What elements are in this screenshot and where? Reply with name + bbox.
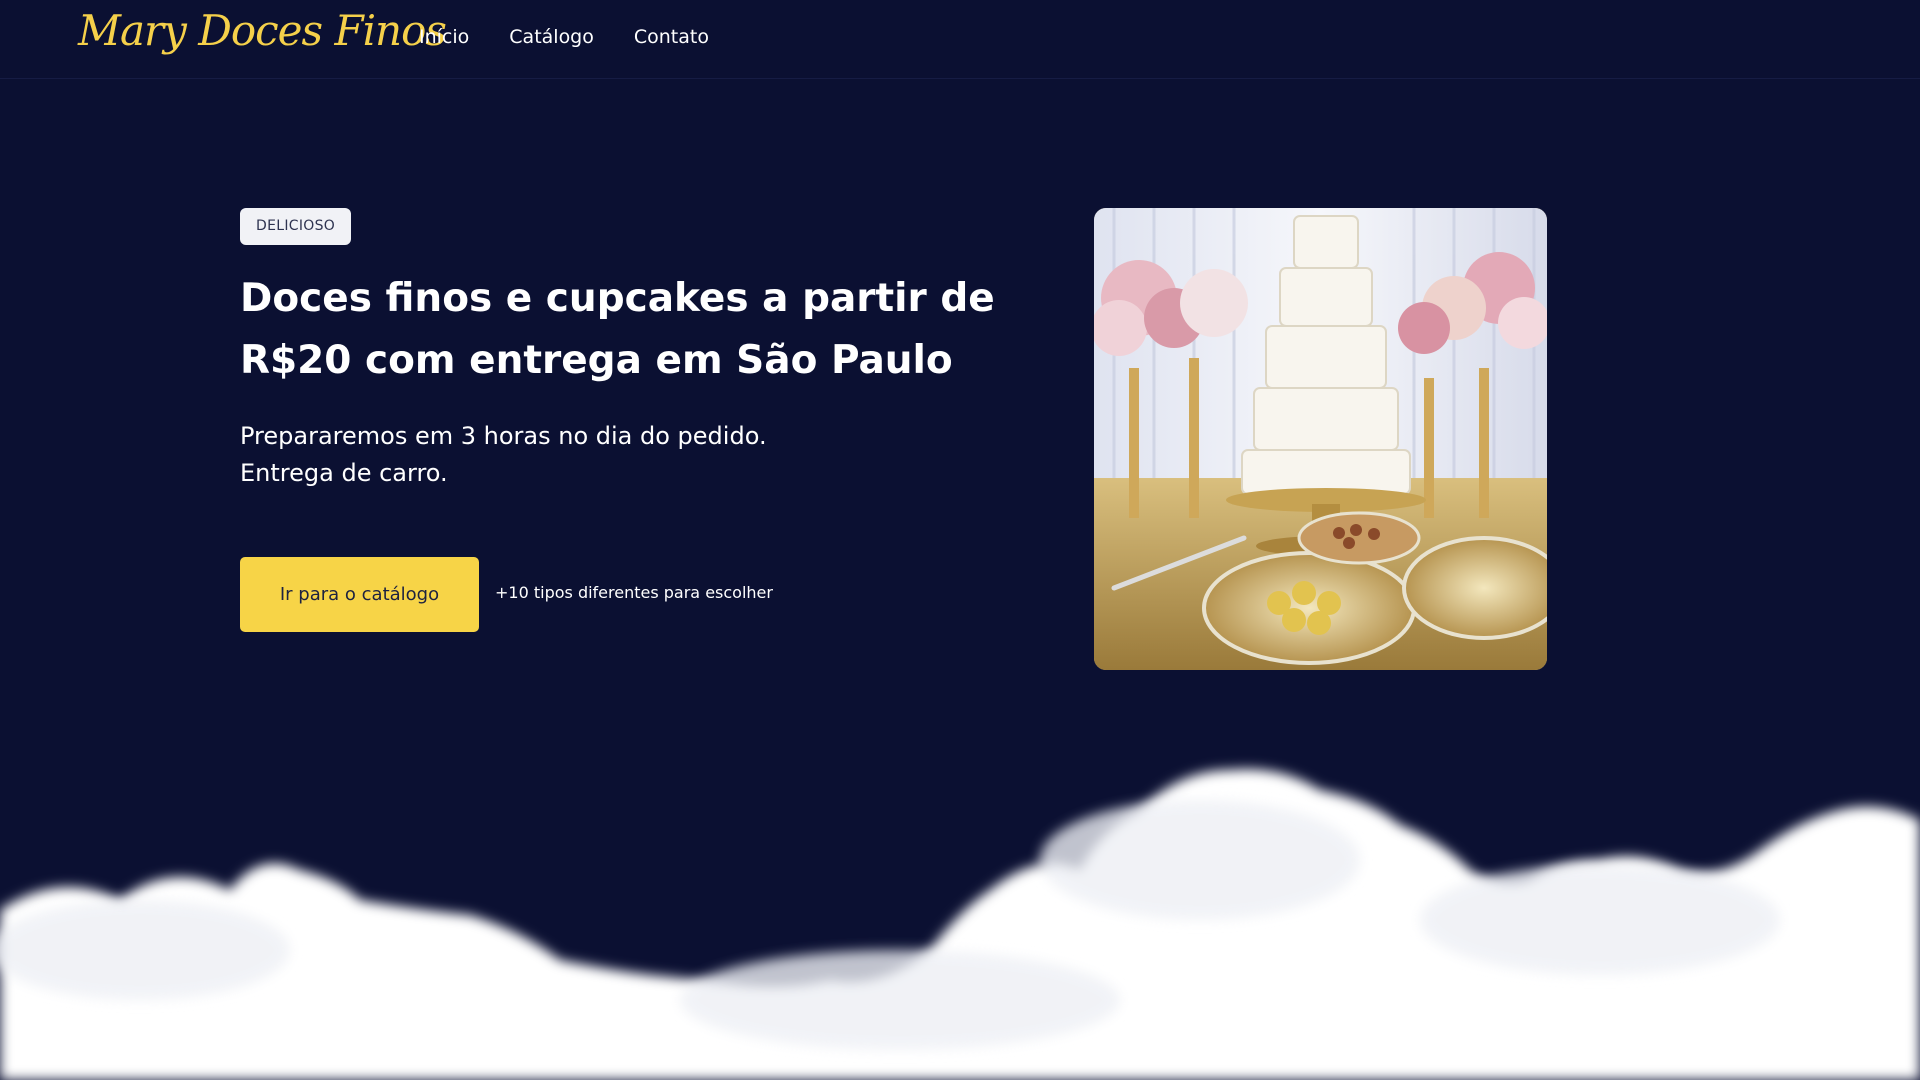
nav-link-catalogo[interactable]: Catálogo: [509, 26, 594, 48]
site-header: Mary Doces Finos Início Catálogo Contato: [0, 0, 1920, 79]
hero-badge: DELICIOSO: [240, 208, 352, 245]
hero-subtext: Prepararemos em 3 horas no dia do pedido…: [240, 418, 860, 492]
hero-headline: Doces finos e cupcakes a partir de R$20 …: [240, 276, 995, 383]
cake-illustration: [1094, 208, 1547, 670]
page: Mary Doces Finos Início Catálogo Contato…: [0, 0, 1920, 1080]
cta-note: +10 tipos diferentes para escolher: [495, 583, 773, 602]
hero-subtext-line: Prepararemos em 3 horas no dia do pedido…: [240, 422, 767, 450]
nav-link-contato[interactable]: Contato: [634, 26, 709, 48]
hero-cake-photo: [1094, 208, 1547, 670]
hero-subtext-line: Entrega de carro.: [240, 459, 448, 487]
catalog-button[interactable]: Ir para o catálogo: [240, 557, 479, 632]
main-nav: Início Catálogo Contato: [419, 26, 709, 48]
logo[interactable]: Mary Doces Finos: [78, 6, 447, 55]
clouds-decoration: [0, 769, 1920, 1080]
nav-link-inicio[interactable]: Início: [419, 26, 469, 48]
